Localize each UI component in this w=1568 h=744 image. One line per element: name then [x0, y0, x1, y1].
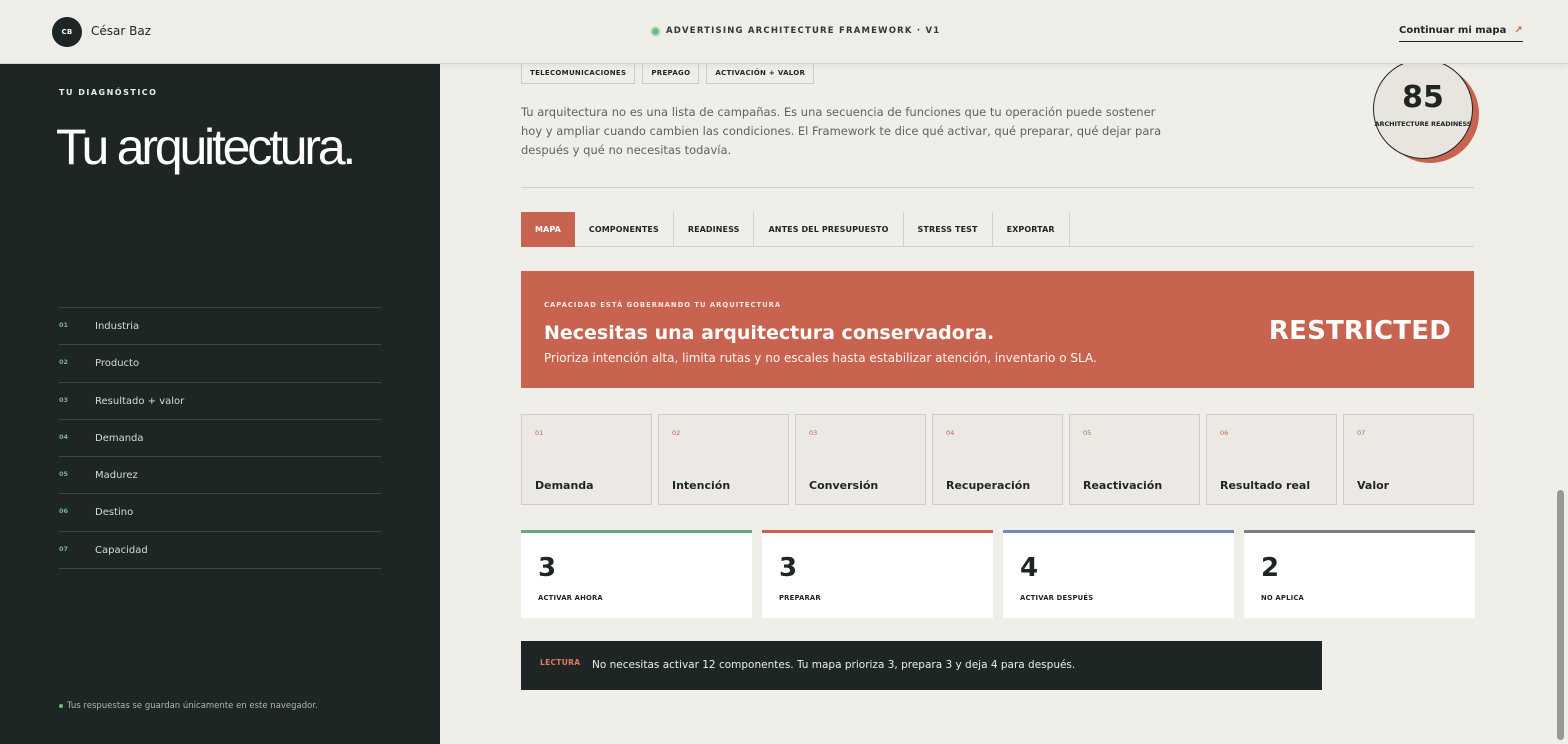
component-label: Intención [672, 479, 731, 492]
tag-list: TELECOMUNICACIONES PREPAGO ACTIVACIÓN + … [521, 62, 815, 84]
tag-product: PREPAGO [642, 62, 700, 84]
component-list: 01 Demanda 02 Intención 03 Conversión 04… [521, 414, 1474, 505]
component-card-recuperacion[interactable]: 04 Recuperación [932, 414, 1063, 505]
step-label: Demanda [95, 432, 144, 444]
framework-label: ADVERTISING ARCHITECTURE FRAMEWORK · V1 [652, 26, 940, 36]
tab-stress-test[interactable]: STRESS TEST [904, 212, 993, 247]
component-label: Reactivación [1083, 479, 1163, 492]
step-number: 04 [59, 432, 69, 441]
tab-exportar[interactable]: EXPORTAR [993, 212, 1070, 247]
reading-callout: LECTURA No necesitas activar 12 componen… [521, 641, 1322, 690]
step-list: 01 Industria 02 Producto 03 Resultado + … [59, 307, 381, 570]
step-label: Industria [95, 321, 140, 332]
stat-value: 2 [1261, 553, 1280, 583]
step-number: 06 [59, 507, 69, 516]
step-label: Capacidad [95, 544, 148, 556]
step-label: Madurez [95, 470, 138, 482]
readiness-score-value: 85 [1402, 80, 1444, 115]
component-label: Valor [1357, 479, 1390, 492]
component-number: 07 [1357, 429, 1366, 437]
user-name: César Baz [91, 24, 151, 38]
section-divider [521, 187, 1474, 188]
step-item-demanda[interactable]: 04 Demanda [59, 420, 381, 458]
step-item-industria[interactable]: 01 Industria [59, 308, 381, 346]
component-label: Demanda [535, 479, 594, 492]
component-label: Conversión [809, 479, 879, 492]
step-item-resultado-valor[interactable]: 03 Resultado + valor [59, 383, 381, 420]
step-number: 02 [59, 358, 69, 367]
step-item-capacidad[interactable]: 07 Capacidad [59, 532, 381, 570]
component-card-resultado-real[interactable]: 06 Resultado real [1206, 414, 1337, 505]
stat-label: NO APLICA [1261, 594, 1304, 602]
arrow-up-right-icon: ↗ [1514, 25, 1523, 36]
component-card-conversion[interactable]: 03 Conversión [795, 414, 926, 505]
sidebar: TU DIAGNÓSTICO Tu arquitectura. 01 Indus… [0, 64, 440, 744]
readiness-score-label: ARCHITECTURE READINESS [1374, 120, 1472, 128]
step-number: 03 [59, 395, 69, 404]
readiness-score-badge: 85 ARCHITECTURE READINESS [1373, 59, 1473, 159]
stat-card-activar-ahora: 3 ACTIVAR AHORA [521, 530, 752, 618]
component-number: 03 [809, 429, 818, 437]
banner-title: Necesitas una arquitectura conservadora. [544, 322, 995, 344]
step-label: Destino [95, 507, 134, 519]
framework-label-text: ADVERTISING ARCHITECTURE FRAMEWORK · V1 [666, 26, 941, 36]
storage-dot-icon [59, 704, 63, 708]
component-number: 04 [946, 429, 955, 437]
component-label: Resultado real [1220, 479, 1311, 492]
tab-componentes[interactable]: COMPONENTES [575, 212, 674, 247]
stat-label: PREPARAR [779, 594, 821, 602]
capacity-banner: CAPACIDAD ESTÁ GOBERNANDO TU ARQUITECTUR… [521, 271, 1474, 388]
stat-card-activar-despues: 4 ACTIVAR DESPUÉS [1003, 530, 1234, 618]
step-number: 05 [59, 470, 69, 479]
avatar[interactable]: CB [52, 17, 82, 47]
banner-status: RESTRICTED [1268, 316, 1451, 346]
component-label: Recuperación [946, 479, 1031, 492]
step-number: 01 [59, 321, 69, 329]
status-dot-icon [652, 27, 659, 35]
sidebar-footer-text: Tus respuestas se guardan únicamente en … [67, 701, 318, 711]
component-card-valor[interactable]: 07 Valor [1343, 414, 1474, 505]
component-number: 02 [672, 429, 681, 437]
intro-paragraph: Tu arquitectura no es una lista de campa… [521, 105, 1162, 157]
banner-eyebrow: CAPACIDAD ESTÁ GOBERNANDO TU ARQUITECTUR… [544, 301, 782, 309]
stat-label: ACTIVAR DESPUÉS [1020, 594, 1094, 602]
stat-list: 3 ACTIVAR AHORA 3 PREPARAR 4 ACTIVAR DES… [521, 530, 1475, 618]
step-label: Producto [95, 358, 140, 370]
main-content: TELECOMUNICACIONES PREPAGO ACTIVACIÓN + … [440, 0, 1568, 744]
stat-label: ACTIVAR AHORA [538, 594, 603, 602]
stat-value: 3 [779, 553, 798, 583]
component-card-demanda[interactable]: 01 Demanda [521, 414, 652, 505]
component-number: 01 [535, 429, 544, 437]
top-bar: CB César Baz ADVERTISING ARCHITECTURE FR… [0, 0, 1568, 64]
tag-industry: TELECOMUNICACIONES [521, 62, 636, 84]
tag-goal: ACTIVACIÓN + VALOR [706, 62, 815, 84]
step-item-madurez[interactable]: 05 Madurez [59, 457, 381, 495]
reading-text: No necesitas activar 12 componentes. Tu … [592, 659, 1076, 671]
component-card-intencion[interactable]: 02 Intención [658, 414, 789, 505]
reading-label: LECTURA [540, 658, 581, 667]
step-number: 07 [59, 544, 69, 553]
banner-subtitle: Prioriza intención alta, limita rutas y … [544, 351, 1097, 365]
step-item-destino[interactable]: 06 Destino [59, 494, 381, 532]
step-item-producto[interactable]: 02 Producto [59, 345, 381, 383]
scrollbar-thumb[interactable] [1557, 490, 1564, 740]
step-label: Resultado + valor [95, 395, 185, 407]
sidebar-footer: Tus respuestas se guardan únicamente en … [59, 701, 318, 711]
component-number: 06 [1220, 429, 1229, 437]
tab-antes-del-presupuesto[interactable]: ANTES DEL PRESUPUESTO [754, 212, 904, 247]
tab-mapa[interactable]: MAPA [521, 212, 575, 247]
stat-card-no-aplica: 2 NO APLICA [1244, 530, 1475, 618]
stat-value: 3 [538, 553, 557, 583]
tab-bar: MAPA COMPONENTES READINESS ANTES DEL PRE… [521, 212, 1474, 247]
tab-readiness[interactable]: READINESS [674, 212, 755, 247]
continue-map-label: Continuar mi mapa [1399, 25, 1507, 36]
sidebar-title: Tu arquitectura. [56, 119, 356, 175]
stat-card-preparar: 3 PREPARAR [762, 530, 993, 618]
component-card-reactivacion[interactable]: 05 Reactivación [1069, 414, 1200, 505]
stat-value: 4 [1020, 553, 1039, 583]
continue-map-link[interactable]: Continuar mi mapa ↗ [1399, 25, 1523, 42]
sidebar-eyebrow: TU DIAGNÓSTICO [59, 88, 158, 97]
component-number: 05 [1083, 429, 1092, 437]
